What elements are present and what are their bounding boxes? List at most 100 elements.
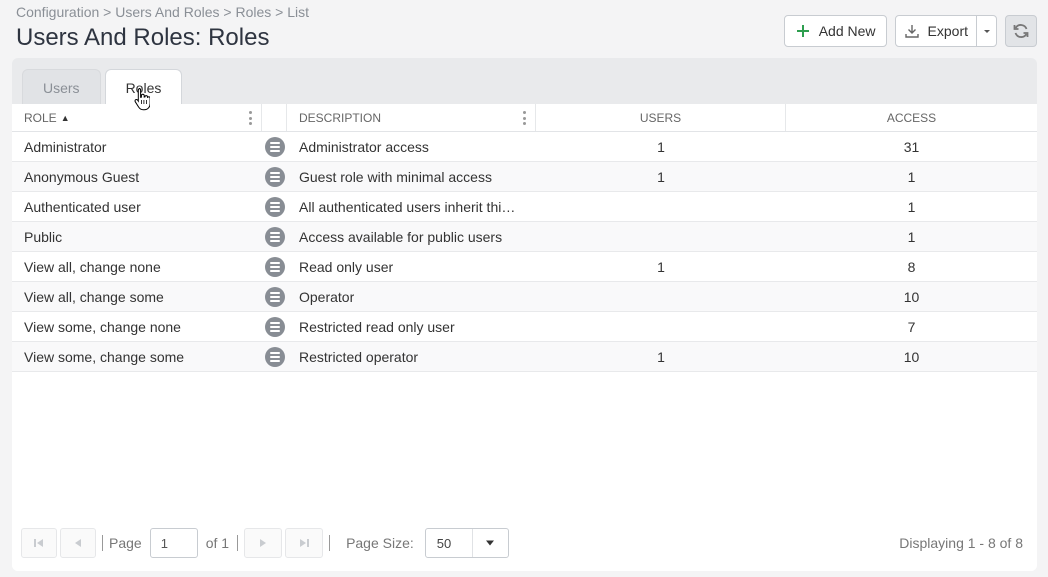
first-page-button[interactable] (21, 528, 57, 558)
table-row[interactable]: View all, change some Operator 10 (12, 282, 1037, 312)
row-menu-icon[interactable] (264, 256, 285, 277)
cell-access: 1 (907, 168, 916, 185)
displaying-count: Displaying 1 - 8 of 8 (899, 535, 1023, 551)
tab-users[interactable]: Users (22, 69, 101, 105)
next-page-button[interactable] (244, 528, 283, 558)
table-row[interactable]: Anonymous Guest Guest role with minimal … (12, 162, 1037, 192)
table-row[interactable]: View some, change some Restricted operat… (12, 342, 1037, 372)
column-header-access-label: ACCESS (886, 110, 937, 125)
toolbar: Add New Export (783, 15, 1037, 47)
row-menu-icon[interactable] (264, 136, 285, 157)
cell-access: 10 (903, 288, 920, 305)
caret-down-icon (983, 30, 990, 33)
download-icon (904, 23, 920, 39)
export-label: Export (927, 23, 968, 39)
cell-access: 1 (907, 198, 916, 215)
next-page-icon (260, 539, 267, 547)
pager-separator (329, 535, 331, 551)
column-header-description-label: DESCRIPTION (299, 110, 382, 125)
column-header-users-label: USERS (639, 110, 682, 125)
table-row[interactable]: View some, change none Restricted read o… (12, 312, 1037, 342)
cell-description: All authenticated users inherit thi… (299, 198, 516, 215)
column-header-role-label: ROLE (24, 110, 57, 125)
page-size-label: Page Size: (346, 535, 414, 551)
cell-description: Guest role with minimal access (299, 168, 492, 185)
cell-users: 1 (657, 168, 665, 185)
previous-page-icon (75, 539, 81, 547)
table-row[interactable]: Administrator Administrator access 1 31 (12, 132, 1037, 162)
row-menu-icon[interactable] (264, 286, 285, 307)
page-count-label: of 1 (205, 535, 230, 551)
cell-role: Authenticated user (24, 198, 141, 215)
column-header-actions (262, 104, 287, 131)
page-size-select[interactable]: 50 (424, 528, 509, 558)
roles-panel: Users Roles ROLE ▲ DESCRIPTION USERS ACC… (12, 58, 1037, 571)
column-header-description[interactable]: DESCRIPTION (287, 104, 536, 131)
cell-role: View all, change none (24, 258, 161, 275)
previous-page-button[interactable] (60, 528, 96, 558)
table-row[interactable]: View all, change none Read only user 1 8 (12, 252, 1037, 282)
column-header-access[interactable]: ACCESS (786, 104, 1037, 131)
cell-access: 10 (903, 348, 920, 365)
last-page-icon (300, 539, 310, 547)
column-header-role[interactable]: ROLE ▲ (12, 104, 262, 131)
page-label: Page (109, 535, 142, 551)
cell-users (536, 222, 786, 251)
pager-separator (237, 535, 239, 551)
page-size-dropdown[interactable] (471, 529, 508, 557)
export-dropdown-toggle[interactable] (976, 16, 996, 46)
plus-icon (795, 23, 811, 39)
row-menu-icon[interactable] (264, 196, 285, 217)
row-menu-icon[interactable] (264, 346, 285, 367)
refresh-icon (1013, 24, 1029, 38)
table-row[interactable]: Public Access available for public users… (12, 222, 1037, 252)
breadcrumb: Configuration > Users And Roles > Roles … (16, 4, 309, 20)
cell-users (536, 282, 786, 311)
add-new-label: Add New (818, 23, 876, 39)
cell-access: 31 (903, 138, 920, 155)
cell-role: View all, change some (24, 288, 164, 305)
grid-header: ROLE ▲ DESCRIPTION USERS ACCESS (12, 104, 1037, 132)
cell-access: 8 (907, 258, 916, 275)
cell-description: Restricted operator (299, 348, 419, 365)
cell-users (536, 312, 786, 341)
column-menu-icon[interactable] (523, 111, 527, 125)
cell-users (536, 192, 786, 221)
cell-users: 1 (657, 348, 665, 365)
table-row[interactable]: Authenticated user All authenticated use… (12, 192, 1037, 222)
row-menu-icon[interactable] (264, 316, 285, 337)
cell-role: Administrator (24, 138, 107, 155)
add-new-button[interactable]: Add New (783, 15, 887, 47)
cell-description: Administrator access (299, 138, 429, 155)
cell-role: View some, change some (24, 348, 185, 365)
column-header-users[interactable]: USERS (536, 104, 786, 131)
cell-description: Read only user (299, 258, 394, 275)
cell-description: Access available for public users (299, 228, 503, 245)
tab-roles[interactable]: Roles (104, 69, 183, 105)
cell-role: View some, change none (24, 318, 181, 335)
column-menu-icon[interactable] (249, 111, 253, 125)
cell-description: Restricted read only user (299, 318, 455, 335)
pager-separator (102, 535, 103, 551)
cell-role: Anonymous Guest (24, 168, 140, 185)
pagination-bar: Page of 1 Page Size: 50 Displaying 1 - 8… (12, 515, 1037, 571)
grid-body: Administrator Administrator access 1 31 … (12, 132, 1037, 372)
export-button[interactable]: Export (894, 15, 997, 47)
cell-access: 1 (907, 228, 916, 245)
sort-ascending-icon: ▲ (60, 112, 70, 123)
last-page-button[interactable] (285, 528, 324, 558)
row-menu-icon[interactable] (264, 166, 285, 187)
refresh-button[interactable] (1005, 15, 1037, 47)
page-size-value: 50 (436, 535, 452, 551)
roles-grid: ROLE ▲ DESCRIPTION USERS ACCESS Administ… (12, 104, 1037, 571)
cell-users: 1 (657, 138, 665, 155)
tab-bar: Users Roles (22, 69, 183, 105)
page-title: Users And Roles: Roles (16, 24, 270, 51)
row-menu-icon[interactable] (264, 226, 285, 247)
page-number-input[interactable] (149, 528, 198, 558)
cell-role: Public (24, 228, 63, 245)
cell-access: 7 (907, 318, 916, 335)
cell-description: Operator (299, 288, 355, 305)
caret-down-icon (486, 540, 495, 546)
first-page-icon (34, 539, 43, 547)
